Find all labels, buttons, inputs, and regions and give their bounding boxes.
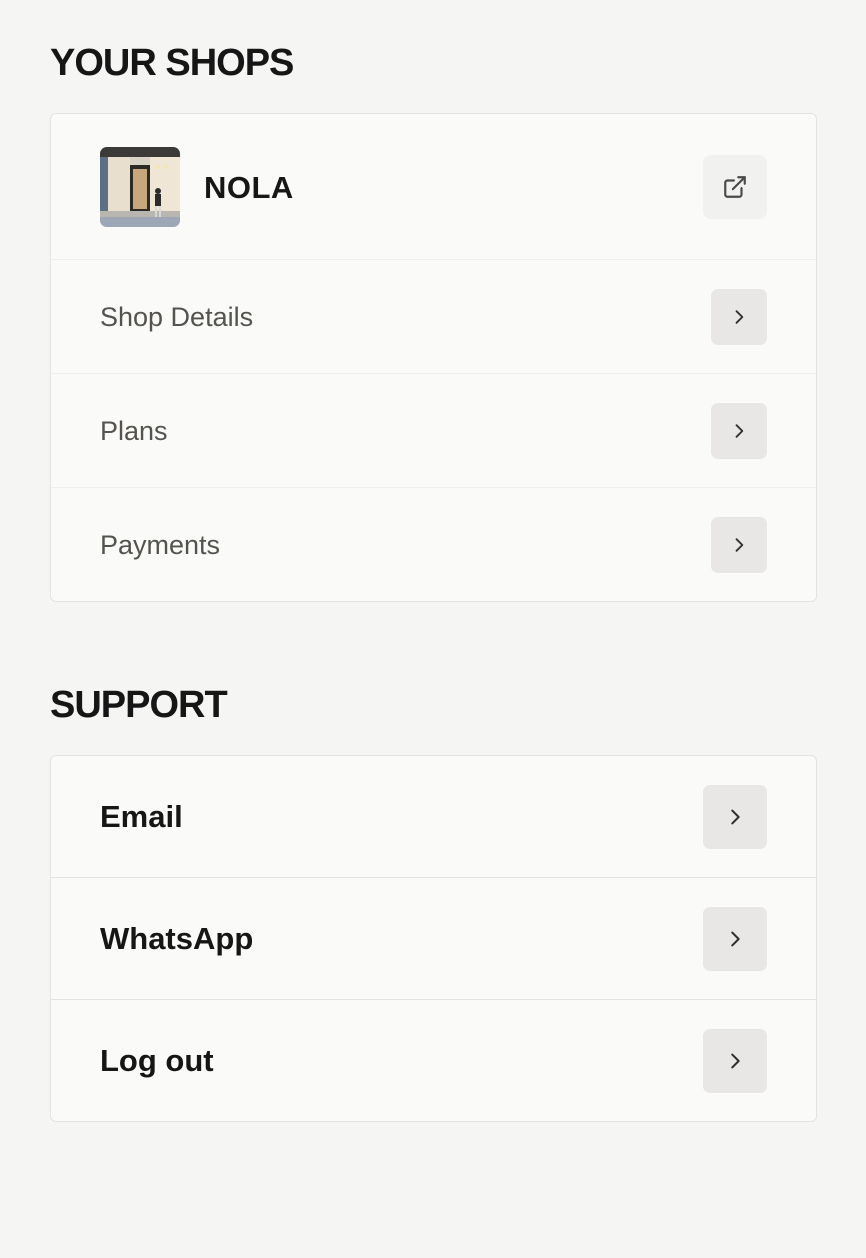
shops-card: NOLA Shop Details Plans Payments bbox=[50, 113, 817, 602]
log-out-chevron-button[interactable] bbox=[703, 1029, 767, 1093]
menu-item-label: Plans bbox=[100, 415, 168, 446]
chevron-right-icon bbox=[735, 424, 744, 438]
chevron-right-icon bbox=[731, 809, 740, 825]
plans-chevron-button[interactable] bbox=[711, 403, 767, 459]
chevron-right-icon bbox=[735, 538, 744, 552]
chevron-right-icon bbox=[735, 310, 744, 324]
support-item-label: WhatsApp bbox=[100, 921, 254, 956]
support-item-label: Email bbox=[100, 799, 183, 834]
your-shops-heading: YOUR SHOPS bbox=[50, 42, 294, 84]
chevron-right-icon bbox=[731, 1053, 740, 1069]
settings-page: YOUR SHOPS NOLA Shop Details Plans Payme… bbox=[0, 0, 866, 1258]
payments-chevron-button[interactable] bbox=[711, 517, 767, 573]
support-item-log-out[interactable]: Log out bbox=[51, 1000, 816, 1121]
external-link-icon bbox=[724, 176, 746, 198]
whatsapp-chevron-button[interactable] bbox=[703, 907, 767, 971]
menu-item-plans[interactable]: Plans bbox=[51, 374, 816, 488]
support-item-email[interactable]: Email bbox=[51, 756, 816, 878]
menu-item-label: Payments bbox=[100, 529, 221, 560]
open-shop-button[interactable] bbox=[703, 155, 767, 219]
chevron-right-icon bbox=[731, 931, 740, 947]
email-chevron-button[interactable] bbox=[703, 785, 767, 849]
shop-header-row[interactable]: NOLA bbox=[51, 114, 816, 260]
support-item-whatsapp[interactable]: WhatsApp bbox=[51, 878, 816, 1000]
menu-item-payments[interactable]: Payments bbox=[51, 488, 816, 601]
shop-details-chevron-button[interactable] bbox=[711, 289, 767, 345]
support-card: Email WhatsApp Log out bbox=[50, 755, 817, 1122]
support-heading: SUPPORT bbox=[50, 684, 228, 726]
menu-item-shop-details[interactable]: Shop Details bbox=[51, 260, 816, 374]
shop-thumbnail bbox=[100, 147, 180, 227]
shop-name: NOLA bbox=[204, 170, 294, 205]
menu-item-label: Shop Details bbox=[100, 301, 254, 332]
storefront-image bbox=[100, 147, 180, 227]
support-item-label: Log out bbox=[100, 1043, 214, 1078]
